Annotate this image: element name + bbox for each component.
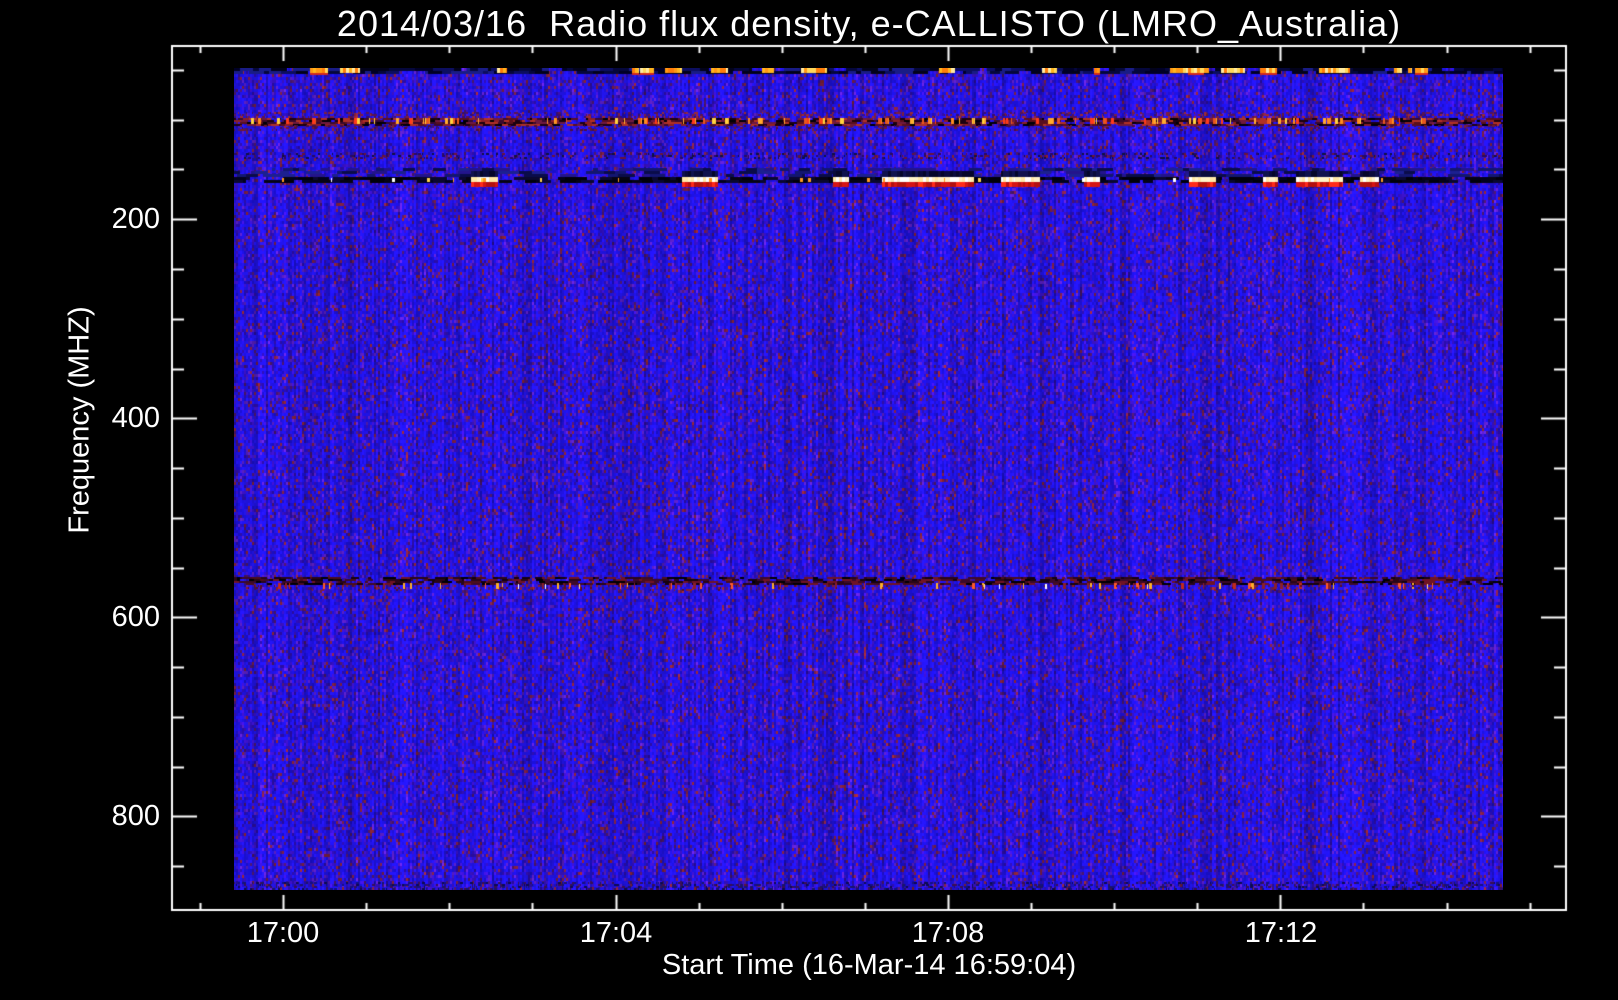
spectrogram-page: 2014/03/16 Radio flux density, e-CALLIST… xyxy=(0,0,1618,1000)
y-tick-label-600: 600 xyxy=(111,601,160,633)
y-tick-label-800: 800 xyxy=(111,800,160,832)
x-tick-label-1704: 17:04 xyxy=(579,917,653,949)
y-tick-label-200: 200 xyxy=(111,203,160,235)
axes-frame-canvas xyxy=(0,0,1618,1000)
x-tick-label-1712: 17:12 xyxy=(1244,917,1318,949)
x-tick-label-1708: 17:08 xyxy=(911,917,985,949)
x-tick-label-1700: 17:00 xyxy=(246,917,320,949)
y-tick-label-400: 400 xyxy=(111,402,160,434)
x-axis-title: Start Time (16-Mar-14 16:59:04) xyxy=(661,949,1077,981)
